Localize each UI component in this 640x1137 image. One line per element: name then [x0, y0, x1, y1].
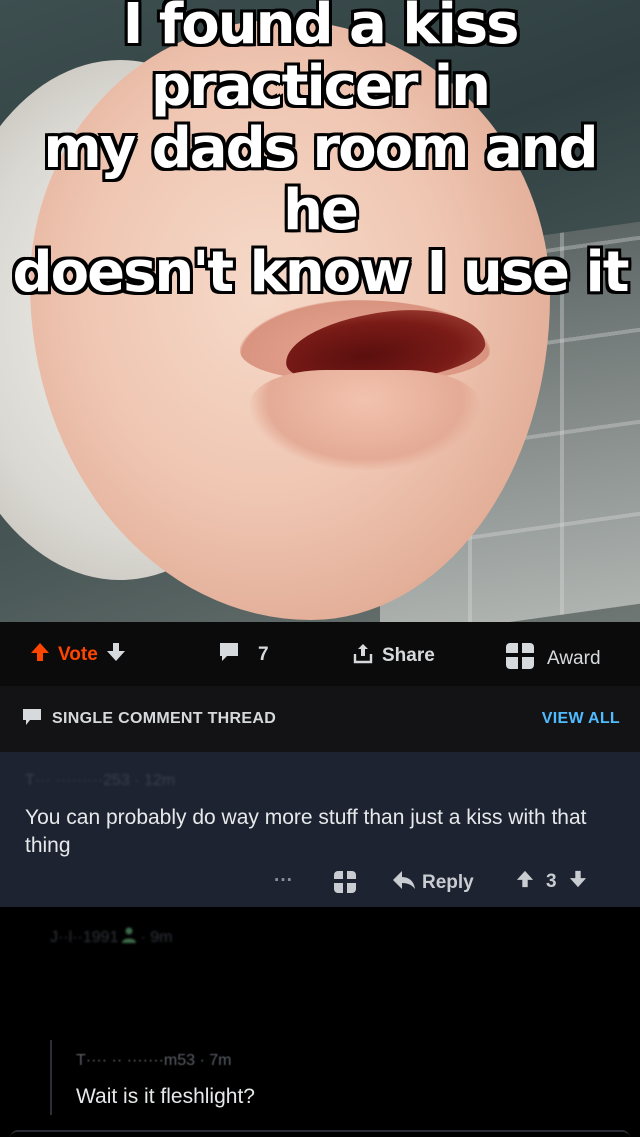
share-label: Share	[382, 645, 435, 666]
comment-body: You can probably do way more stuff than …	[25, 806, 587, 857]
view-all-link[interactable]: VIEW ALL	[542, 710, 620, 728]
gift-icon	[505, 642, 535, 676]
reply-arrow-icon	[392, 870, 416, 896]
reply-comment-1[interactable]: J··l··1991 · 9m	[0, 907, 640, 1027]
bottom-sheet-edge	[10, 1130, 630, 1137]
reply1-meta: J··l··1991 · 9m	[50, 927, 172, 948]
comment-count: 7	[258, 644, 269, 665]
more-options-button[interactable]: ···	[274, 870, 293, 892]
comments-button[interactable]: 7	[218, 642, 269, 668]
award-button[interactable]: Award	[505, 642, 601, 676]
reply-button[interactable]: Reply	[392, 870, 474, 896]
award-label: Award	[547, 648, 601, 669]
reply-label: Reply	[422, 872, 474, 893]
single-comment-thread-bar: SINGLE COMMENT THREAD VIEW ALL	[0, 686, 640, 752]
gift-icon	[333, 870, 357, 900]
thread-title: SINGLE COMMENT THREAD	[52, 710, 277, 727]
caption-line-2: my dads room and he	[43, 116, 598, 243]
reply2-meta: T···· ·· ·······m53 · 7m	[76, 1052, 232, 1069]
thread-title-group: SINGLE COMMENT THREAD	[22, 708, 276, 731]
comment-meta: T··· ·········253 · 12m	[25, 772, 176, 789]
post-action-bar: Vote 7 Share Award	[0, 622, 640, 686]
downvote-arrow-icon[interactable]	[106, 642, 126, 668]
vote-label: Vote	[58, 644, 98, 665]
comment-bubble-icon	[22, 708, 42, 731]
comment-vote-control: 3	[516, 870, 587, 894]
upvote-arrow-icon[interactable]	[30, 642, 50, 668]
comment-score: 3	[546, 871, 557, 892]
comment-bubble-icon	[218, 642, 240, 668]
share-icon	[352, 642, 374, 670]
downvote-arrow-icon[interactable]	[569, 870, 587, 894]
comment-award-button[interactable]	[333, 870, 357, 900]
comment-actions: ··· Reply 3	[0, 870, 640, 900]
reply1-time: · 9m	[140, 928, 173, 946]
caption-line-3: doesn't know I use it	[12, 240, 630, 305]
share-button[interactable]: Share	[352, 642, 435, 670]
reply1-username: J··l··1991	[50, 928, 119, 946]
caption-line-1: I found a kiss practicer in	[122, 0, 520, 119]
user-icon	[122, 927, 137, 948]
upvote-arrow-icon[interactable]	[516, 870, 534, 894]
post-image[interactable]: I found a kiss practicer in my dads room…	[0, 0, 640, 622]
vote-control: Vote	[30, 642, 126, 668]
thread-line	[50, 1040, 52, 1115]
reply2-body: Wait is it fleshlight?	[76, 1085, 255, 1108]
reply-comment-2[interactable]: T···· ·· ·······m53 · 7m Wait is it fles…	[0, 1040, 640, 1137]
highlighted-comment: T··· ·········253 · 12m You can probably…	[0, 752, 640, 907]
meme-caption: I found a kiss practicer in my dads room…	[0, 0, 640, 304]
lower-lip	[250, 370, 480, 470]
